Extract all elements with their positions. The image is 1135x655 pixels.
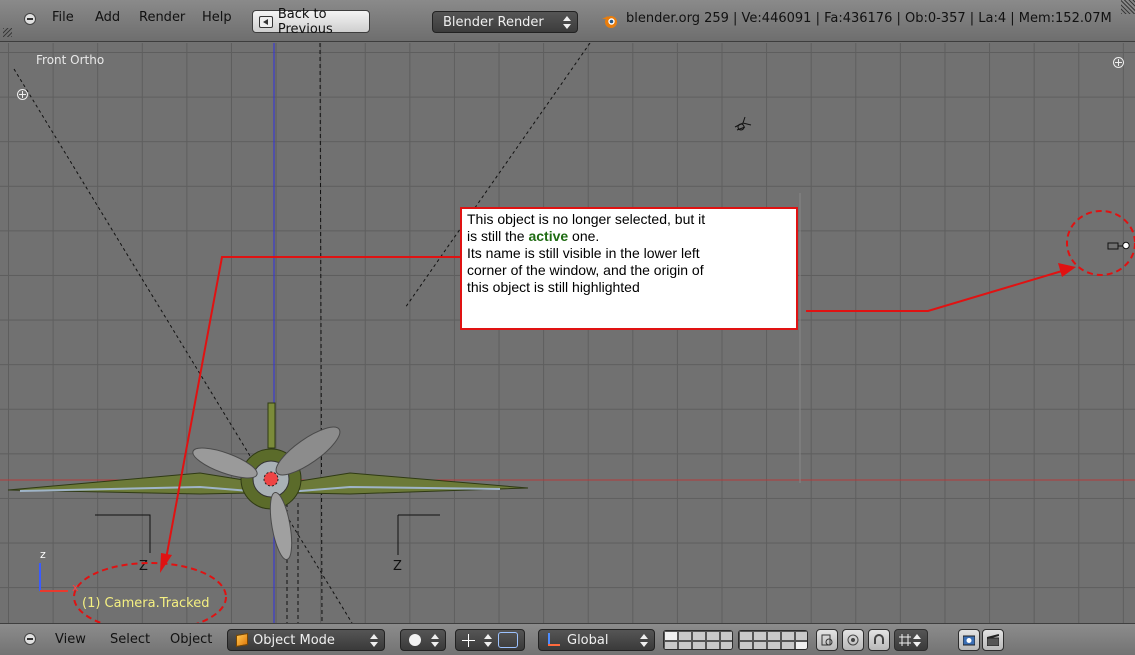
menu-render[interactable]: Render: [139, 10, 185, 25]
updown-arrows-icon: [484, 634, 492, 647]
lock-icon: [821, 634, 833, 646]
render-animation-button[interactable]: [982, 629, 1004, 651]
menu-select[interactable]: Select: [110, 632, 150, 647]
transform-orientation-select[interactable]: Global: [538, 629, 655, 651]
viewport-shading-select[interactable]: [400, 629, 446, 651]
airplane-model: Z Z: [7, 402, 529, 574]
axis-gizmo: [39, 563, 68, 592]
updown-arrows-icon: [640, 634, 648, 647]
pivot-point-icon: [462, 634, 475, 647]
transform-axes-icon: [545, 633, 561, 648]
annotation-line-5: this object is still highlighted: [467, 279, 640, 295]
tracked-camera-object: [1107, 241, 1130, 250]
annotation-line-2: is still the active one.: [467, 228, 600, 244]
solid-shading-icon: [409, 634, 421, 646]
interaction-mode-value: Object Mode: [253, 632, 335, 648]
svg-text:Z: Z: [393, 559, 402, 574]
scene-statistics: blender.org 259 | Ve:446091 | Fa:436176 …: [626, 11, 1112, 26]
render-preview-button[interactable]: [958, 629, 980, 651]
3d-view-header: View Select Object Object Mode Global: [0, 623, 1135, 655]
proportional-edit-icon: [847, 634, 859, 646]
camera-center-line: [319, 43, 323, 623]
scene-layers-group-2[interactable]: [738, 630, 808, 650]
transform-orientation-value: Global: [567, 632, 609, 648]
back-icon: [259, 15, 273, 28]
axis-z-label: z: [40, 548, 46, 561]
updown-arrows-icon: [563, 16, 571, 29]
annotation-line-4: corner of the window, and the origin of: [467, 262, 704, 278]
annotation-callout: This object is no longer selected, but i…: [460, 207, 798, 330]
svg-text:Z: Z: [139, 559, 148, 574]
active-object-name: (1) Camera.Tracked: [82, 596, 210, 611]
manipulator-icon[interactable]: [498, 632, 518, 648]
render-engine-value: Blender Render: [443, 14, 544, 30]
arrow-to-camera: [806, 270, 1063, 312]
viewport-scene: Z Z z x: [0, 43, 1135, 623]
area-split-corner-top-right[interactable]: [1121, 0, 1135, 14]
proportional-edit-button[interactable]: [842, 629, 864, 651]
updown-arrows-icon: [370, 634, 378, 647]
active-word: active: [528, 228, 569, 244]
area-split-corner-top-left[interactable]: [0, 0, 14, 42]
menu-file[interactable]: File: [52, 10, 74, 25]
lock-layer-button[interactable]: [816, 629, 838, 651]
lamp-object: [734, 116, 752, 131]
camera-frustum-line-left: [13, 68, 353, 623]
view-name: Front Ortho: [36, 53, 105, 67]
back-to-previous-button[interactable]: Back to Previous: [252, 7, 370, 37]
tool-shelf-toggle-icon[interactable]: [1113, 57, 1124, 68]
clapperboard-icon: [987, 634, 999, 646]
menu-view[interactable]: View: [55, 632, 86, 647]
updown-arrows-icon: [431, 634, 439, 647]
back-to-previous-label: Back to Previous: [277, 6, 333, 37]
snap-grid-icon: [899, 634, 911, 646]
info-header: File Add Render Help Back to Previous Bl…: [0, 0, 1135, 42]
menu-add[interactable]: Add: [95, 10, 120, 25]
arrow-to-label: [165, 256, 460, 560]
pivot-point-select[interactable]: [455, 629, 525, 651]
interaction-mode-select[interactable]: Object Mode: [227, 629, 385, 651]
annotation-line-3: Its name is still visible in the lower l…: [467, 245, 700, 261]
view-properties-toggle-icon[interactable]: [17, 89, 28, 100]
3d-viewport[interactable]: Z Z z x Front Ortho (1) Camera.Tracked T…: [0, 43, 1135, 623]
snap-element-select[interactable]: [894, 629, 928, 651]
render-engine-select[interactable]: Blender Render: [432, 11, 578, 33]
object-mode-cube-icon: [236, 632, 248, 648]
header-collapse-icon[interactable]: [24, 13, 36, 25]
snap-toggle-button[interactable]: [868, 629, 890, 651]
annotation-line-1: This object is no longer selected, but i…: [467, 211, 706, 227]
menu-help[interactable]: Help: [202, 10, 232, 25]
updown-arrows-icon: [913, 634, 921, 647]
menu-object[interactable]: Object: [170, 632, 212, 647]
label-highlight-ellipse: [73, 562, 227, 623]
magnet-icon: [874, 634, 884, 644]
blender-logo-icon: [602, 16, 617, 28]
scene-layers-group-1[interactable]: [663, 630, 733, 650]
header-collapse-icon[interactable]: [24, 633, 36, 645]
camera-render-icon: [963, 635, 975, 646]
